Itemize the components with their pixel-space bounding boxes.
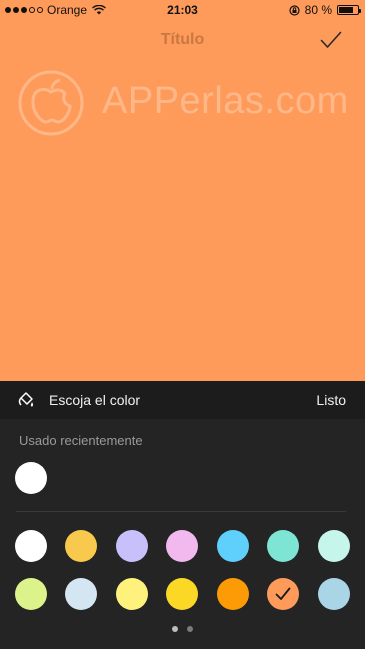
battery-percent: 80 % [304, 3, 332, 17]
battery-info: 80 % [289, 3, 361, 17]
color-swatch[interactable] [217, 530, 249, 562]
picker-title: Escoja el color [49, 392, 141, 408]
page-dot[interactable] [172, 626, 178, 632]
color-swatch[interactable] [116, 530, 148, 562]
rotation-lock-icon [289, 4, 300, 16]
checkmark-icon [275, 587, 291, 600]
battery-icon [337, 5, 361, 15]
divider [16, 511, 346, 512]
done-button[interactable]: Listo [316, 392, 346, 408]
watermark-text: APPerlas.com [102, 80, 349, 122]
color-swatch[interactable] [15, 530, 47, 562]
recent-section-label: Usado recientemente [19, 433, 143, 448]
color-swatch[interactable] [116, 578, 148, 610]
color-swatch[interactable] [65, 530, 97, 562]
color-swatch[interactable] [15, 578, 47, 610]
color-swatch[interactable] [166, 530, 198, 562]
watermark: APPerlas.com [16, 68, 361, 138]
checkmark-icon[interactable] [320, 31, 342, 49]
color-swatch[interactable] [318, 578, 350, 610]
status-bar: Orange 21:03 80 % [0, 0, 365, 20]
color-swatch[interactable] [217, 578, 249, 610]
color-swatch[interactable] [318, 530, 350, 562]
paint-bucket-icon [18, 392, 34, 407]
page-title[interactable]: Título [0, 31, 365, 49]
color-swatch[interactable] [65, 578, 97, 610]
note-canvas[interactable] [0, 0, 365, 381]
selected-color-swatch[interactable] [267, 578, 299, 610]
color-swatch[interactable] [166, 578, 198, 610]
color-swatch[interactable] [267, 530, 299, 562]
page-indicator[interactable] [0, 626, 365, 632]
color-picker-header: Escoja el color Listo [0, 381, 365, 419]
apple-logo-icon [18, 70, 84, 136]
page-dot[interactable] [187, 626, 193, 632]
recent-color-swatch[interactable] [15, 462, 47, 494]
